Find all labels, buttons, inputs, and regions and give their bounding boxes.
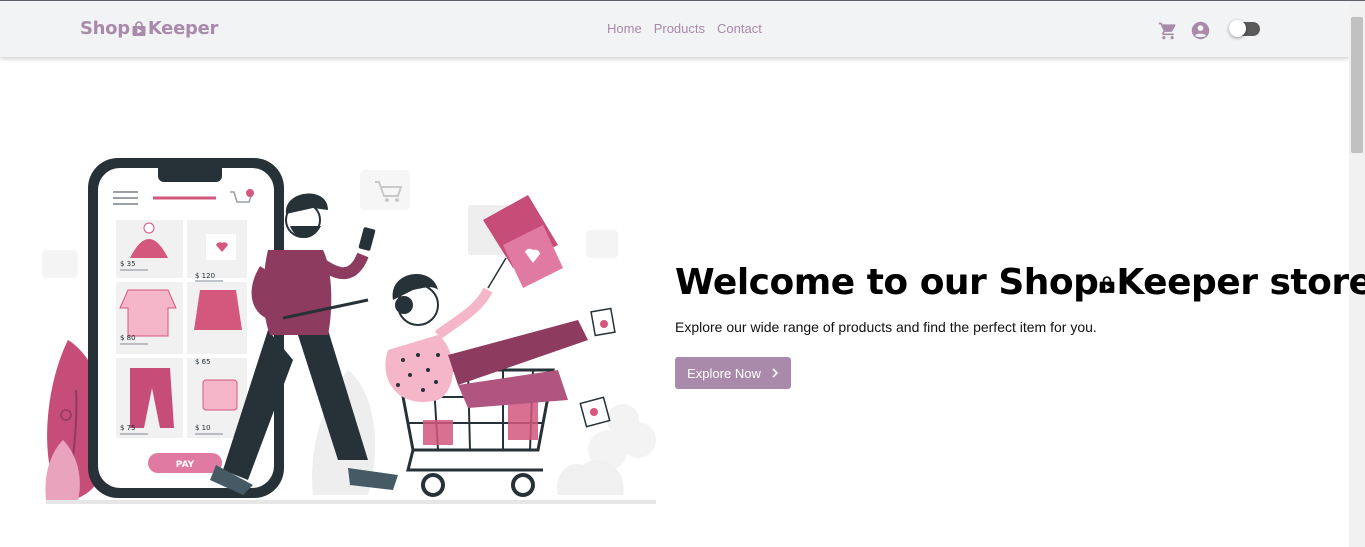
svg-text:$ 120: $ 120 [195, 272, 215, 280]
theme-toggle[interactable] [1229, 20, 1260, 37]
cart-icon[interactable] [1158, 21, 1178, 41]
svg-text:$ 10: $ 10 [195, 424, 211, 432]
svg-text:$ 65: $ 65 [195, 358, 211, 366]
svg-text:$ 80: $ 80 [120, 334, 136, 342]
toggle-knob [1229, 20, 1246, 37]
hero-title-part1: Welcome to our Shop [675, 262, 1099, 303]
nav-link-contact[interactable]: Contact [717, 21, 762, 36]
hero-title: Welcome to our Shop Keeper store! [675, 262, 1365, 303]
hero-title-part2: Keeper store! [1116, 262, 1365, 303]
shopping-bag-play-icon [132, 20, 146, 36]
pay-label: PAY [176, 460, 195, 470]
explore-now-button[interactable]: Explore Now [675, 357, 791, 389]
hero-subtitle: Explore our wide range of products and f… [675, 319, 1097, 335]
nav-link-home[interactable]: Home [607, 21, 642, 36]
scrollbar-thumb[interactable] [1351, 17, 1363, 153]
chevron-right-icon [772, 368, 778, 378]
brand-text-shop: Shop [80, 18, 130, 39]
explore-now-label: Explore Now [687, 365, 761, 381]
brand-text-keeper: Keeper [147, 18, 219, 39]
main-nav: Home Products Contact [607, 21, 762, 36]
account-circle-icon[interactable] [1191, 21, 1210, 40]
navbar: Shop Keeper Home Products Contact [0, 1, 1349, 57]
shopping-bag-play-icon [1100, 275, 1115, 293]
brand-logo[interactable]: Shop Keeper [80, 18, 218, 39]
nav-link-products[interactable]: Products [654, 21, 705, 36]
svg-text:$ 75: $ 75 [120, 424, 136, 432]
svg-text:$ 35: $ 35 [120, 260, 136, 268]
shopping-illustration: $ 35 $ 120 $ 80 $ 65 $ 75 $ 10 PAY [42, 158, 656, 504]
